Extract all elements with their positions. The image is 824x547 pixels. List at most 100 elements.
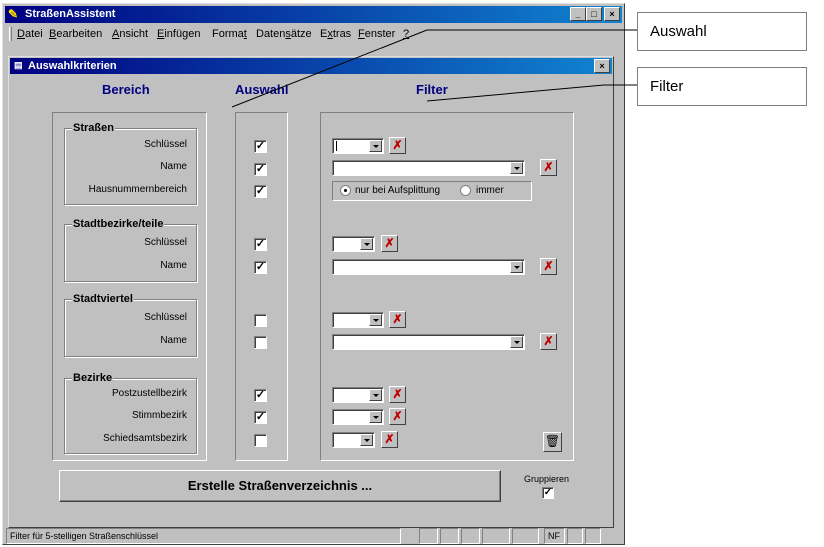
dropdown-arrow-icon[interactable]: [360, 434, 373, 446]
filter-clear-icon[interactable]: ✗: [389, 311, 406, 328]
checkbox-postzustellbezirk[interactable]: ✓: [254, 389, 267, 402]
checkbox-stadtviertel-name[interactable]: [254, 336, 267, 349]
checkbox-stadtviertel-schluessel[interactable]: [254, 314, 267, 327]
filter-clear-icon[interactable]: ✗: [381, 235, 398, 252]
field-strassen-name: Name: [160, 161, 187, 172]
filter-clear-icon[interactable]: ✗: [389, 386, 406, 403]
radio-nur-bei-aufsplittung[interactable]: [340, 185, 351, 196]
field-stadtbezirke-name: Name: [160, 260, 187, 271]
dropdown-arrow-icon[interactable]: [369, 411, 382, 423]
group-stadtviertel: [64, 299, 197, 357]
wrench-icon: ✎: [8, 7, 19, 21]
dropdown-arrow-icon[interactable]: [360, 238, 373, 250]
menu-format[interactable]: Format: [212, 28, 247, 40]
menu-bar: Datei Bearbeiten Ansicht Einfügen Format…: [7, 25, 620, 43]
child-title: Auswahlkriterien: [28, 60, 117, 72]
dropdown-arrow-icon[interactable]: [510, 336, 523, 348]
menu-help[interactable]: ?: [403, 28, 409, 40]
checkbox-strassen-hausnummern[interactable]: ✓: [254, 185, 267, 198]
checkbox-strassen-schluessel[interactable]: ✓: [254, 140, 267, 153]
status-pane: [482, 528, 510, 544]
dropdown-arrow-icon[interactable]: [369, 389, 382, 401]
filter-clear-icon[interactable]: ✗: [540, 159, 557, 176]
dropdown-arrow-icon[interactable]: [369, 314, 382, 326]
minimize-button[interactable]: _: [570, 7, 586, 21]
checkbox-schiedsamtsbezirk[interactable]: [254, 434, 267, 447]
radio-immer[interactable]: [460, 185, 471, 196]
filter-clear-icon[interactable]: ✗: [389, 137, 406, 154]
field-stadtbezirke-schluessel: Schlüssel: [144, 237, 187, 248]
filter-stadtviertel-schluessel-combo[interactable]: [332, 312, 384, 328]
checkbox-stadtbezirke-name[interactable]: ✓: [254, 261, 267, 274]
menu-fenster[interactable]: Fenster: [358, 28, 395, 40]
filter-clear-icon[interactable]: ✗: [381, 431, 398, 448]
status-pane: [585, 528, 601, 544]
status-bar: Filter für 5-stelligen Straßenschlüssel …: [5, 528, 624, 544]
status-pane: [461, 528, 480, 544]
status-pane: [419, 528, 438, 544]
status-pane: [567, 528, 583, 544]
menu-ansicht[interactable]: Ansicht: [112, 28, 148, 40]
group-stadtbezirke: [64, 224, 197, 282]
checkbox-stimmbezirk[interactable]: ✓: [254, 411, 267, 424]
filter-stadtviertel-name-combo[interactable]: [332, 334, 525, 350]
field-stimmbezirk: Stimmbezirk: [131, 410, 187, 421]
field-stadtviertel-schluessel: Schlüssel: [144, 312, 187, 323]
menu-datei[interactable]: Datei: [17, 28, 43, 40]
group-stadtviertel-label: Stadtviertel: [72, 293, 134, 305]
status-text: Filter für 5-stelligen Straßenschlüssel: [6, 528, 401, 544]
group-bezirke-label: Bezirke: [72, 372, 114, 384]
gruppieren-checkbox[interactable]: ✓: [542, 487, 554, 499]
field-strassen-hausnummern: Hausnummernbereich: [88, 184, 187, 195]
filter-strassen-name-combo[interactable]: [332, 160, 525, 176]
filter-strassen-schluessel-combo[interactable]: [332, 138, 384, 154]
group-stadtbezirke-label: Stadtbezirke/teile: [72, 218, 165, 230]
erstelle-strassenverzeichnis-button[interactable]: Erstelle Straßenverzeichnis ...: [59, 470, 501, 502]
auswahlkriterien-window: ▤ Auswahlkriterien × Bereich Auswahl Fil…: [8, 56, 614, 528]
radio-immer-label: immer: [476, 185, 504, 196]
gruppieren-label: Gruppieren: [524, 474, 570, 484]
radio-nur-bei-aufsplittung-label: nur bei Aufsplittung: [355, 185, 441, 196]
status-pane: [512, 528, 539, 544]
header-auswahl: Auswahl: [235, 82, 289, 97]
filter-stadtbezirke-schluessel-combo[interactable]: [332, 236, 375, 252]
menu-extras[interactable]: Extras: [320, 28, 351, 40]
header-bereich: Bereich: [102, 82, 150, 97]
checkbox-stadtbezirke-schluessel[interactable]: ✓: [254, 238, 267, 251]
dropdown-arrow-icon[interactable]: [369, 140, 382, 152]
filter-schiedsamtsbezirk-combo[interactable]: [332, 432, 375, 448]
maximize-button[interactable]: □: [586, 7, 602, 21]
hausnummern-radio-group: nur bei Aufsplittung immer: [332, 181, 532, 201]
status-nf: NF: [544, 528, 565, 544]
text-caret: [336, 141, 337, 151]
checkbox-strassen-name[interactable]: ✓: [254, 163, 267, 176]
filter-stadtbezirke-name-combo[interactable]: [332, 259, 525, 275]
form-icon: ▤: [14, 60, 23, 70]
main-window: ✎ StraßenAssistent _ □ × Datei Bearbeite…: [2, 3, 625, 545]
app-title: StraßenAssistent: [25, 8, 116, 20]
field-strassen-schluessel: Schlüssel: [144, 139, 187, 150]
menu-bearbeiten[interactable]: Bearbeiten: [49, 28, 102, 40]
child-close-button[interactable]: ×: [594, 59, 610, 73]
status-pane: [440, 528, 459, 544]
menu-einfuegen[interactable]: Einfügen: [157, 28, 200, 40]
field-postzustellbezirk: Postzustellbezirk: [111, 388, 187, 399]
filter-clear-icon[interactable]: ✗: [389, 408, 406, 425]
dropdown-arrow-icon[interactable]: [510, 261, 523, 273]
callout-filter: Filter: [637, 67, 807, 106]
menu-datensaetze[interactable]: Datensätze: [256, 28, 312, 40]
menubar-grip: [9, 27, 12, 41]
app-titlebar: ✎ StraßenAssistent _ □ ×: [5, 6, 622, 23]
dropdown-arrow-icon[interactable]: [510, 162, 523, 174]
child-titlebar: ▤ Auswahlkriterien ×: [10, 58, 612, 74]
header-filter: Filter: [416, 82, 448, 97]
filter-stimmbezirk-combo[interactable]: [332, 409, 384, 425]
close-button[interactable]: ×: [604, 7, 620, 21]
filter-clear-icon[interactable]: ✗: [540, 258, 557, 275]
trash-icon[interactable]: 🗑: [543, 432, 562, 452]
filter-postzustellbezirk-combo[interactable]: [332, 387, 384, 403]
field-schiedsamtsbezirk: Schiedsamtsbezirk: [103, 433, 187, 444]
group-strassen-label: Straßen: [72, 122, 115, 134]
callout-auswahl: Auswahl: [637, 12, 807, 51]
filter-clear-icon[interactable]: ✗: [540, 333, 557, 350]
